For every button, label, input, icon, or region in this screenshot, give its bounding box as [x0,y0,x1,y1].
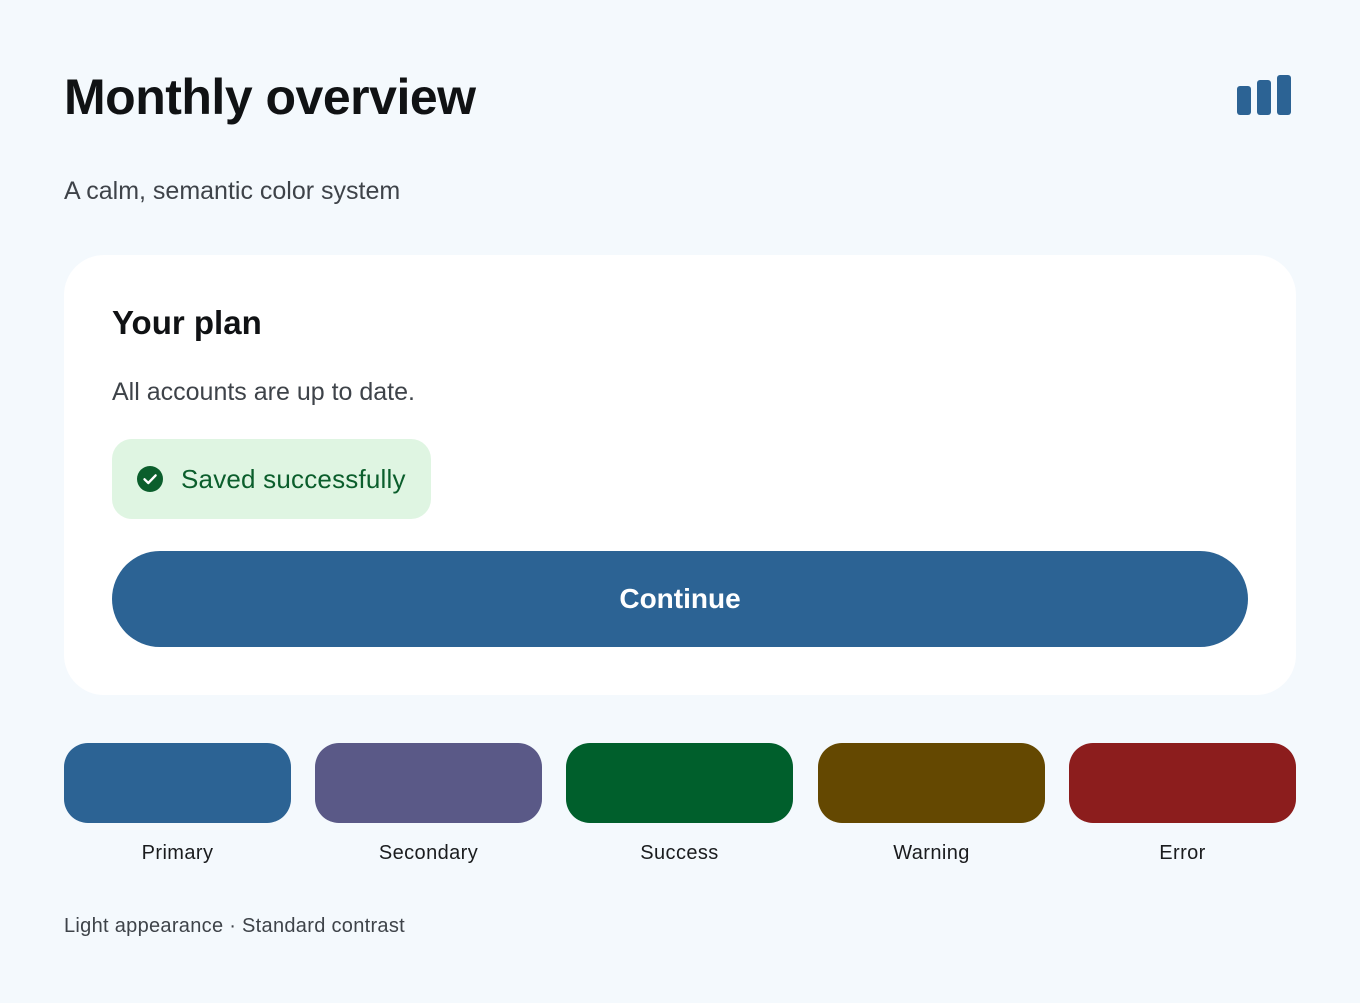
swatch-label: Warning [893,842,970,864]
swatch-color [566,743,793,823]
swatch-label: Success [640,842,719,864]
page-subtitle: A calm, semantic color system [64,177,401,205]
swatch-primary: Primary [64,743,291,865]
swatch-color [818,743,1045,823]
swatch-success: Success [566,743,793,865]
swatch-color [1069,743,1296,823]
color-swatches: Primary Secondary Success Warning Error [64,743,1296,873]
footer-text: Light appearance · Standard contrast [64,915,406,937]
page-title: Monthly overview [64,69,476,125]
status-text: Saved successfully [181,464,406,494]
card-description: All accounts are up to date. [112,378,415,406]
swatch-warning: Warning [818,743,1045,865]
swatch-label: Secondary [378,842,479,864]
plan-card: Your plan All accounts are up to date. S… [64,255,1296,695]
header: Monthly overview [64,66,1296,128]
check-circle-icon [137,466,163,492]
bar-chart-icon [1237,75,1291,115]
swatch-secondary: Secondary [315,743,542,865]
swatch-color [315,743,542,823]
swatch-label: Error [1159,842,1206,864]
swatch-error: Error [1069,743,1296,865]
swatch-color [64,743,291,823]
continue-button[interactable]: Continue [112,551,1248,647]
swatch-label: Primary [141,842,214,864]
card-title: Your plan [112,304,262,341]
status-badge: Saved successfully [112,439,431,519]
